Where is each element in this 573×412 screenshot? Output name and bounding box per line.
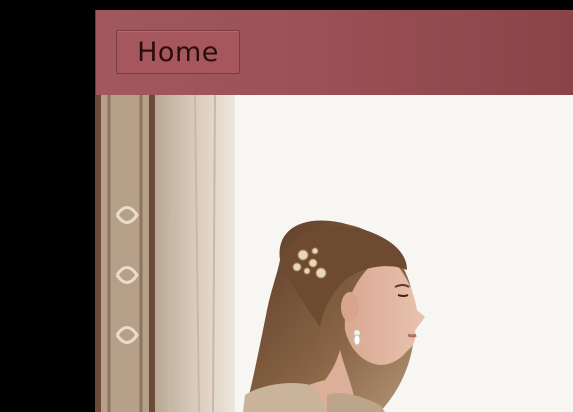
top-black-margin	[95, 0, 573, 10]
page: Home	[0, 0, 573, 412]
home-button[interactable]: Home	[116, 30, 240, 74]
bride-portrait-image	[95, 95, 573, 412]
hero-photo	[95, 95, 573, 412]
home-button-label: Home	[137, 36, 219, 68]
site-header: Home	[95, 10, 573, 95]
site-frame: Home	[95, 10, 573, 412]
left-black-margin	[0, 0, 95, 412]
